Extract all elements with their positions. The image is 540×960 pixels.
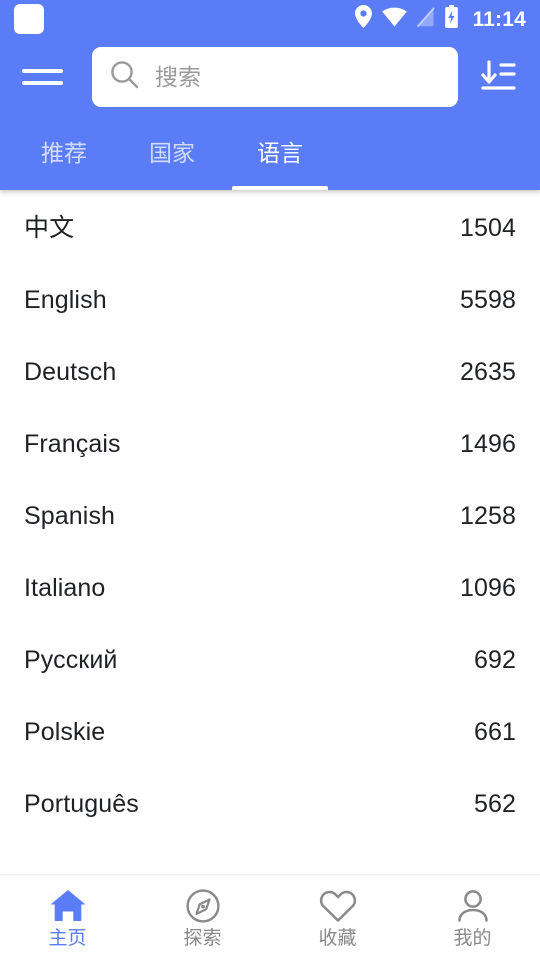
tab-recommend[interactable]: 推荐 bbox=[10, 116, 118, 190]
table-row[interactable]: 中文 1504 bbox=[0, 192, 540, 264]
language-name: Русский bbox=[24, 645, 118, 674]
app-square-icon bbox=[14, 4, 44, 34]
language-name: Deutsch bbox=[24, 357, 117, 386]
tab-language[interactable]: 语言 bbox=[226, 116, 334, 190]
toolbar: 搜索 bbox=[0, 38, 540, 116]
language-list: 中文 1504 English 5598 Deutsch 2635 França… bbox=[0, 190, 540, 874]
tab-country[interactable]: 国家 bbox=[118, 116, 226, 190]
table-row[interactable]: English 5598 bbox=[0, 264, 540, 336]
table-row[interactable]: Spanish 1258 bbox=[0, 480, 540, 552]
hamburger-line bbox=[22, 69, 63, 73]
search-input[interactable]: 搜索 bbox=[92, 47, 458, 107]
nav-item-home[interactable]: 主页 bbox=[0, 875, 135, 960]
language-count: 692 bbox=[473, 645, 516, 674]
table-row[interactable]: Русский 692 bbox=[0, 624, 540, 696]
search-icon bbox=[110, 60, 139, 94]
status-bar: 11:14 bbox=[0, 0, 540, 38]
language-name: Spanish bbox=[24, 501, 116, 530]
table-row[interactable]: Français 1496 bbox=[0, 408, 540, 480]
home-icon bbox=[49, 888, 87, 924]
language-count: 661 bbox=[473, 717, 516, 746]
language-name: Polskie bbox=[24, 717, 106, 746]
language-name: 中文 bbox=[24, 213, 75, 242]
battery-charging-icon bbox=[444, 5, 459, 33]
language-name: Português bbox=[24, 789, 139, 818]
nav-item-explore[interactable]: 探索 bbox=[135, 875, 270, 960]
table-row[interactable]: Polskie 661 bbox=[0, 696, 540, 768]
nav-item-profile[interactable]: 我的 bbox=[405, 875, 540, 960]
nav-label: 我的 bbox=[453, 927, 492, 949]
status-bar-clock: 11:14 bbox=[472, 7, 526, 31]
language-name: Italiano bbox=[24, 573, 106, 602]
no-signal-icon bbox=[416, 6, 436, 32]
language-count: 5598 bbox=[459, 285, 516, 314]
tab-bar: 推荐 国家 语言 bbox=[0, 116, 540, 190]
hamburger-line bbox=[22, 81, 63, 85]
app-root: 11:14 搜索 推荐 国家 语言 中文 1504 English 5598 D… bbox=[0, 0, 540, 960]
language-count: 1496 bbox=[459, 429, 516, 458]
nav-label: 收藏 bbox=[318, 927, 357, 949]
app-bar: 11:14 搜索 推荐 国家 语言 bbox=[0, 0, 540, 190]
language-count: 2635 bbox=[459, 357, 516, 386]
compass-icon bbox=[185, 888, 221, 924]
language-count: 1258 bbox=[459, 501, 516, 530]
tab-label: 国家 bbox=[149, 140, 195, 166]
sort-descending-icon[interactable] bbox=[476, 55, 520, 99]
table-row[interactable]: Italiano 1096 bbox=[0, 552, 540, 624]
hamburger-menu-icon[interactable] bbox=[22, 60, 66, 94]
language-name: Français bbox=[24, 429, 121, 458]
status-bar-right: 11:14 bbox=[354, 5, 526, 33]
tab-label: 推荐 bbox=[41, 140, 87, 166]
search-placeholder: 搜索 bbox=[155, 63, 201, 90]
language-count: 1504 bbox=[459, 213, 516, 242]
nav-item-favorites[interactable]: 收藏 bbox=[270, 875, 405, 960]
location-pin-icon bbox=[354, 5, 373, 33]
nav-label: 探索 bbox=[183, 927, 222, 949]
bottom-navigation: 主页 探索 收藏 我的 bbox=[0, 874, 540, 960]
table-row[interactable]: Deutsch 2635 bbox=[0, 336, 540, 408]
language-count: 1096 bbox=[459, 573, 516, 602]
person-icon bbox=[455, 888, 491, 924]
nav-label: 主页 bbox=[48, 927, 87, 949]
heart-icon bbox=[319, 888, 357, 924]
status-bar-left bbox=[14, 4, 44, 34]
wifi-icon bbox=[382, 7, 408, 32]
language-count: 562 bbox=[473, 789, 516, 818]
table-row[interactable]: Português 562 bbox=[0, 768, 540, 840]
language-name: English bbox=[24, 285, 107, 314]
tab-label: 语言 bbox=[257, 140, 303, 166]
